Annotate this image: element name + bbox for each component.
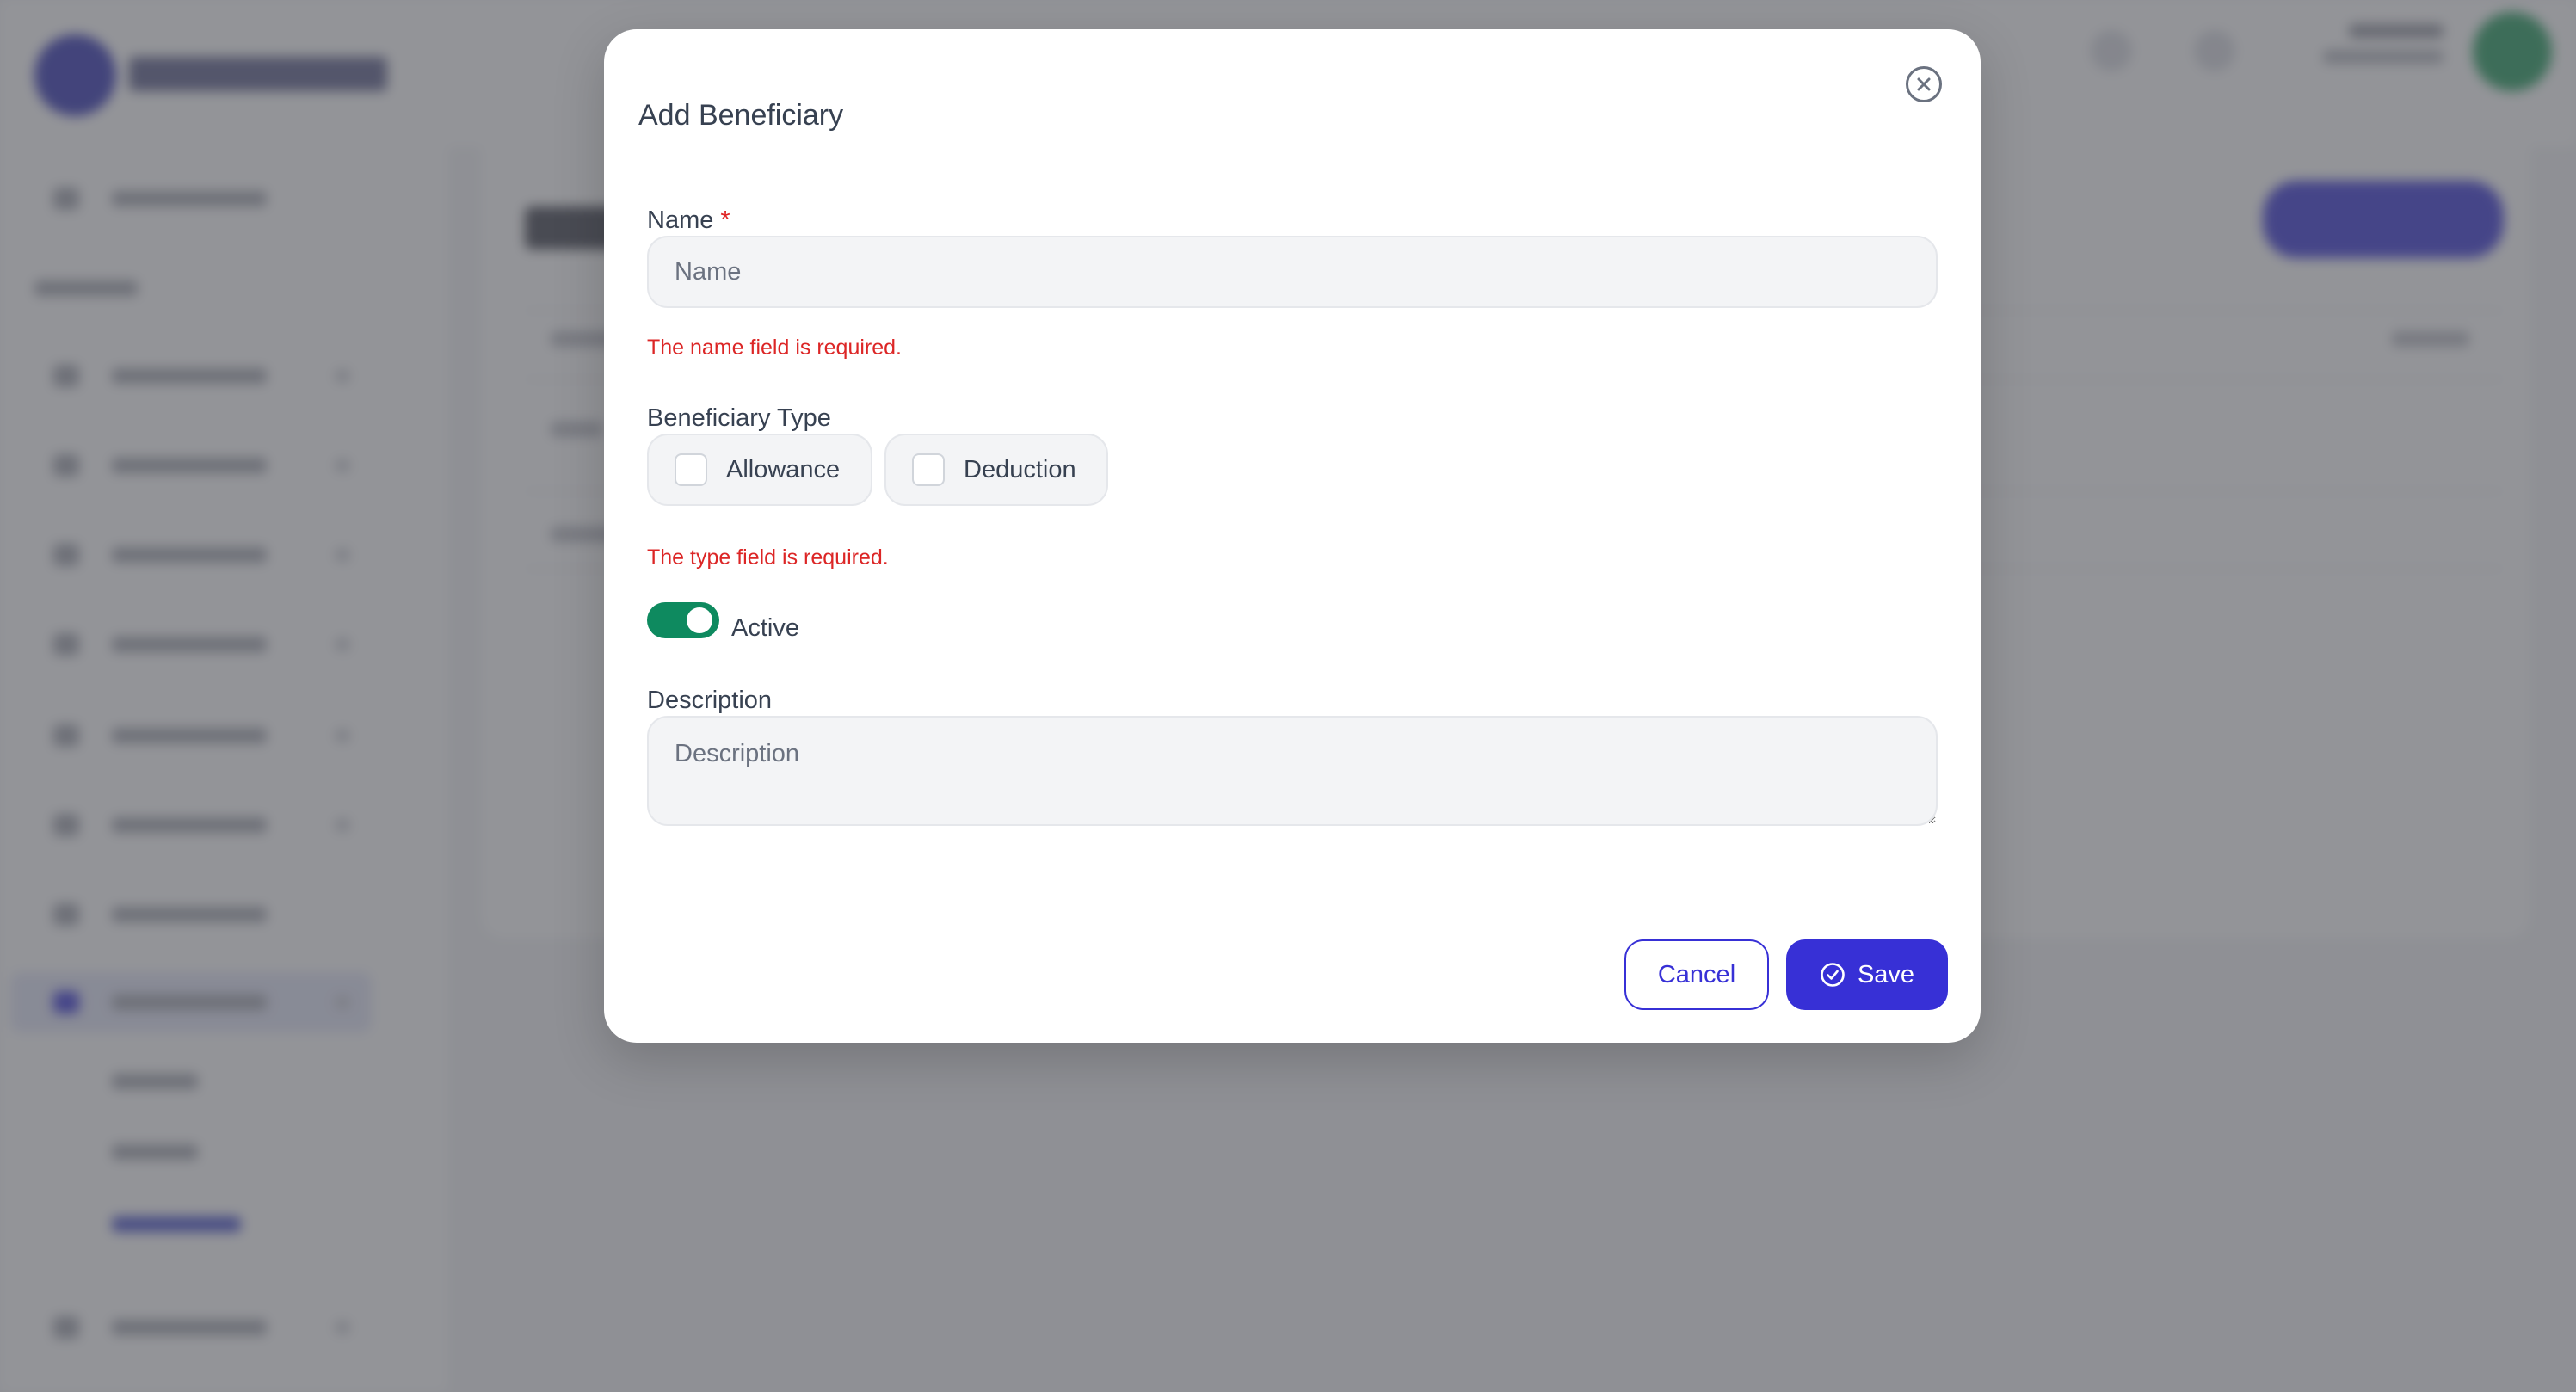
add-beneficiary-dialog: Add Beneficiary Name * The name field is…: [604, 29, 1981, 1043]
allowance-checkbox[interactable]: [675, 453, 707, 486]
close-button[interactable]: [1905, 65, 1943, 108]
check-circle-icon: [1820, 962, 1846, 988]
save-label: Save: [1857, 960, 1915, 989]
name-label-text: Name: [647, 206, 714, 234]
name-input[interactable]: [647, 236, 1938, 308]
save-button[interactable]: Save: [1786, 939, 1948, 1010]
deduction-label: Deduction: [964, 455, 1076, 484]
close-circle-icon: [1905, 65, 1943, 108]
type-error: The type field is required.: [647, 545, 889, 570]
dialog-title: Add Beneficiary: [638, 99, 844, 132]
deduction-checkbox[interactable]: [912, 453, 945, 486]
allowance-option[interactable]: Allowance: [647, 434, 872, 506]
cancel-button[interactable]: Cancel: [1624, 939, 1769, 1010]
name-label: Name *: [647, 205, 730, 236]
description-textarea[interactable]: [647, 716, 1938, 826]
name-error: The name field is required.: [647, 336, 902, 360]
active-label: Active: [731, 614, 799, 642]
deduction-option[interactable]: Deduction: [884, 434, 1108, 506]
beneficiary-type-label: Beneficiary Type: [647, 404, 831, 432]
allowance-label: Allowance: [726, 455, 841, 484]
active-toggle[interactable]: [647, 602, 719, 638]
toggle-knob: [687, 607, 712, 633]
description-label: Description: [647, 687, 773, 714]
cancel-label: Cancel: [1657, 960, 1736, 989]
required-marker: *: [720, 206, 730, 234]
